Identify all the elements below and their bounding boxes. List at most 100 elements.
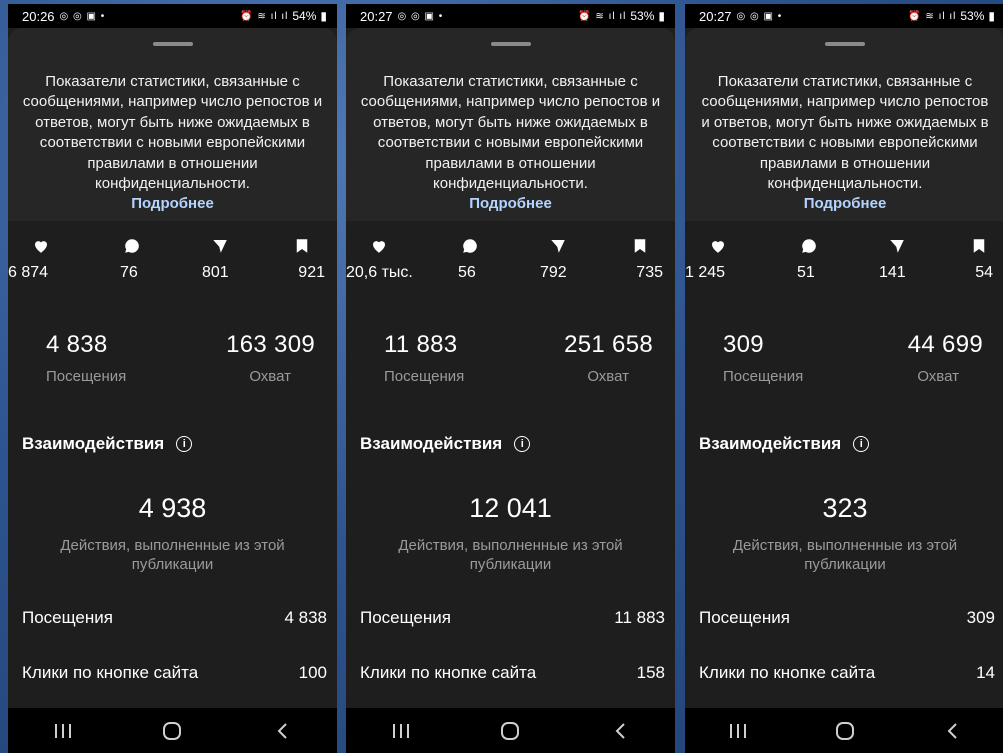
info-icon[interactable]: i <box>176 436 193 452</box>
row-visits-label: Посещения <box>22 608 113 627</box>
heart-icon <box>30 235 52 257</box>
info-icon[interactable]: i <box>853 436 870 452</box>
reach-label: Охват <box>917 368 959 385</box>
row-site-clicks-label: Клики по кнопке сайта <box>699 663 876 682</box>
home-button[interactable] <box>152 720 192 742</box>
insights-body: 1 245 51 141 54 309 Посещения 44 699 Охв… <box>685 221 1003 708</box>
row-visits-value: 11 883 <box>614 608 665 627</box>
home-button[interactable] <box>825 720 865 742</box>
privacy-notice-panel: Показатели статистики, связанные с сообщ… <box>8 28 337 221</box>
site-clicks-row: Клики по кнопке сайта 100 <box>22 663 327 683</box>
interactions-header: Взаимодействия i <box>22 434 193 454</box>
notification-icons: ◎ ◎ ▣ • <box>397 10 444 22</box>
interactions-title: Взаимодействия <box>699 434 842 453</box>
reach-label: Охват <box>249 368 291 385</box>
bookmark-icon <box>629 235 651 257</box>
recent-apps-button[interactable] <box>43 722 83 740</box>
visits-total: 309 <box>723 331 764 358</box>
visits-row: Посещения 4 838 <box>22 608 327 628</box>
row-visits-label: Посещения <box>699 608 790 627</box>
insights-body: 6 874 76 801 921 4 838 Посещения 163 309… <box>8 221 337 708</box>
signal-icons: ⏰ ≋ ıl ıl <box>240 10 289 22</box>
send-icon <box>886 235 908 257</box>
phone-screen-2: 20:27 ◎ ◎ ▣ • ⏰ ≋ ıl ıl 53% ▮ Показатели… <box>346 4 675 753</box>
visits-total: 4 838 <box>46 331 108 358</box>
shares-count: 801 <box>202 264 229 281</box>
phone-screen-3: 20:27 ◎ ◎ ▣ • ⏰ ≋ ıl ıl 53% ▮ Показатели… <box>685 4 1003 753</box>
row-visits-value: 4 838 <box>284 608 327 627</box>
battery-level: 53% <box>630 9 655 23</box>
row-site-clicks-label: Клики по кнопке сайта <box>360 663 537 682</box>
back-button[interactable] <box>600 721 640 741</box>
privacy-notice: Показатели статистики, связанные с сообщ… <box>22 72 323 215</box>
saves-count: 921 <box>298 264 325 281</box>
sheet-drag-handle[interactable] <box>825 42 865 46</box>
heart-icon <box>368 235 390 257</box>
saves-count: 735 <box>636 264 663 281</box>
visits-label: Посещения <box>384 368 465 385</box>
shares-count: 141 <box>879 264 906 281</box>
android-nav-bar <box>346 708 675 753</box>
recent-apps-button[interactable] <box>381 722 421 740</box>
privacy-notice: Показатели статистики, связанные с сообщ… <box>360 72 661 215</box>
recent-apps-button[interactable] <box>718 722 758 740</box>
phone-screen-1: 20:26 ◎ ◎ ▣ • ⏰ ≋ ıl ıl 54% ▮ Показатели… <box>8 4 337 753</box>
back-button[interactable] <box>932 721 972 741</box>
sheet-drag-handle[interactable] <box>152 42 193 46</box>
android-nav-bar <box>8 708 337 753</box>
comment-icon <box>121 235 143 257</box>
sheet-drag-handle[interactable] <box>490 42 531 46</box>
learn-more-link[interactable]: Подробнее <box>804 195 887 212</box>
notification-icons: ◎ ◎ ▣ • <box>59 10 106 22</box>
visits-total: 11 883 <box>384 331 458 358</box>
battery-level: 54% <box>292 9 317 23</box>
comments-count: 76 <box>120 264 138 281</box>
interactions-total: 323 <box>822 493 868 523</box>
reach-total: 251 658 <box>564 331 653 358</box>
visits-label: Посещения <box>723 368 804 385</box>
battery-icon: ▮ <box>658 9 665 23</box>
likes-count: 6 874 <box>8 264 49 281</box>
privacy-notice-panel: Показатели статистики, связанные с сообщ… <box>346 28 675 221</box>
notification-icons: ◎ ◎ ▣ • <box>736 10 783 22</box>
battery-level: 53% <box>960 9 985 23</box>
back-button[interactable] <box>262 721 302 741</box>
likes-count: 1 245 <box>685 264 726 281</box>
interactions-description: Действия, выполненные из этой публикации <box>398 537 623 573</box>
interactions-total: 4 938 <box>138 493 207 523</box>
row-site-clicks-label: Клики по кнопке сайта <box>22 663 199 682</box>
notice-text: Показатели статистики, связанные с сообщ… <box>360 73 661 193</box>
home-button[interactable] <box>490 720 530 742</box>
row-visits-value: 309 <box>966 608 995 627</box>
visits-row: Посещения 11 883 <box>360 608 665 628</box>
bookmark-icon <box>968 235 990 257</box>
likes-count: 20,6 тыс. <box>346 264 413 281</box>
interactions-total: 12 041 <box>469 493 552 523</box>
comment-icon <box>459 235 481 257</box>
site-clicks-row: Клики по кнопке сайта 14 <box>699 663 995 683</box>
info-icon[interactable]: i <box>514 436 531 452</box>
row-site-clicks-value: 14 <box>976 663 995 682</box>
engagement-icons <box>685 235 1003 261</box>
privacy-notice: Показатели статистики, связанные с сообщ… <box>699 72 991 215</box>
signal-icons: ⏰ ≋ ıl ıl <box>578 10 627 22</box>
notice-text: Показатели статистики, связанные с сообщ… <box>701 73 989 193</box>
learn-more-link[interactable]: Подробнее <box>469 195 552 212</box>
interactions-description: Действия, выполненные из этой публикации <box>732 537 958 573</box>
battery-icon: ▮ <box>988 9 995 23</box>
privacy-notice-panel: Показатели статистики, связанные с сообщ… <box>685 28 1003 221</box>
android-nav-bar <box>685 708 1003 753</box>
engagement-icons <box>8 235 337 261</box>
signal-icons: ⏰ ≋ ıl ıl <box>908 10 957 22</box>
shares-count: 792 <box>540 264 567 281</box>
interactions-header: Взаимодействия i <box>699 434 870 454</box>
interactions-title: Взаимодействия <box>360 434 503 453</box>
row-site-clicks-value: 100 <box>298 663 327 682</box>
interactions-header: Взаимодействия i <box>360 434 531 454</box>
heart-icon <box>707 235 729 257</box>
status-bar: 20:27 ◎ ◎ ▣ • ⏰ ≋ ıl ıl 53% ▮ <box>685 4 1003 28</box>
row-visits-label: Посещения <box>360 608 451 627</box>
learn-more-link[interactable]: Подробнее <box>131 195 214 212</box>
visits-row: Посещения 309 <box>699 608 995 628</box>
status-time: 20:27 <box>699 8 732 24</box>
